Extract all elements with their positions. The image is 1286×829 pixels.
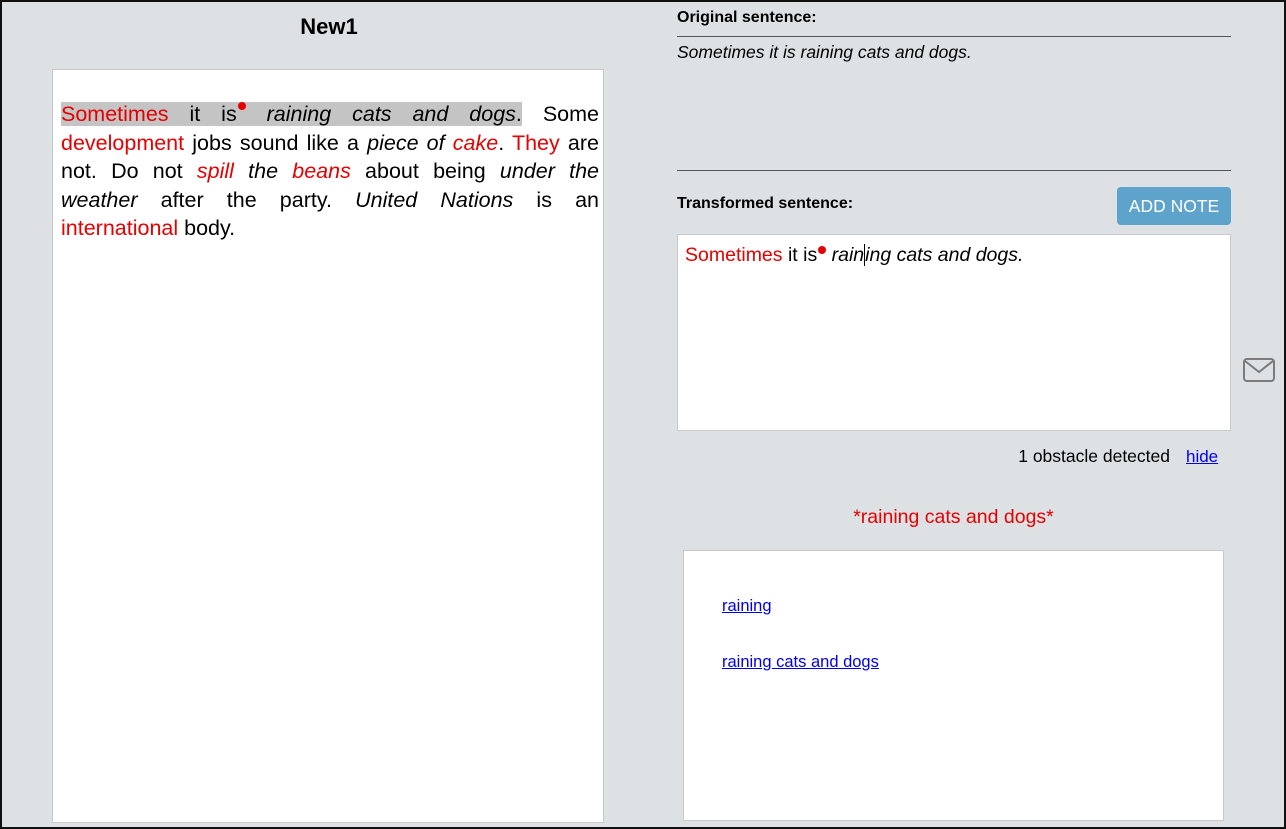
add-note-button[interactable]: ADD NOTE: [1117, 187, 1231, 225]
document-word: raining cats and dogs: [245, 102, 516, 126]
document-text[interactable]: Sometimes it is raining cats and dogs. S…: [61, 100, 599, 243]
obstacle-count: 1 obstacle detected: [1018, 446, 1170, 466]
flagged-word: spill: [196, 159, 234, 183]
document-word: after the party.: [137, 187, 356, 212]
document-word: [278, 159, 292, 183]
transformed-word-sometimes: Sometimes: [685, 244, 783, 267]
obstacle-marker-icon[interactable]: [818, 246, 827, 254]
obstacle-phrase: *raining cats and dogs*: [853, 506, 1054, 528]
transformed-phrase-part-b: ing cats and dogs.: [865, 244, 1024, 267]
flagged-word: They: [511, 130, 560, 155]
original-sentence-label: Original sentence:: [677, 9, 817, 26]
transformed-phrase-part-a: rain: [826, 244, 865, 267]
document-word: [234, 159, 248, 183]
flagged-word: development: [61, 130, 185, 155]
flagged-word: international: [61, 216, 179, 240]
red-dot-icon: [237, 102, 246, 110]
divider-top: [677, 36, 1231, 37]
document-word: is an: [513, 187, 599, 212]
original-sentence-text: Sometimes it is raining cats and dogs.: [677, 42, 972, 62]
transformed-sentence-editor[interactable]: Sometimes it is raining cats and dogs.: [677, 234, 1231, 431]
document-panel[interactable]: Sometimes it is raining cats and dogs. S…: [52, 69, 604, 823]
document-word: United Nations: [355, 187, 514, 212]
flagged-word: beans: [292, 159, 351, 183]
document-title: New1: [300, 14, 358, 39]
transformed-word-it-is: it is: [782, 244, 818, 267]
suggestions-panel: raining raining cats and dogs: [683, 550, 1224, 821]
transformed-sentence-text[interactable]: Sometimes it is raining cats and dogs.: [685, 244, 1023, 268]
document-word: jobs sound like a: [184, 130, 368, 155]
document-word: it is: [168, 102, 237, 126]
document-word: .: [498, 130, 512, 155]
document-word: Some: [521, 102, 599, 126]
flagged-word: cake: [452, 130, 499, 155]
flagged-word: Sometimes: [61, 102, 169, 126]
document-word: the: [248, 159, 279, 183]
document-word: body.: [178, 216, 236, 240]
hide-link[interactable]: hide: [1186, 447, 1218, 467]
document-word: [445, 131, 453, 155]
document-word: piece of: [367, 130, 445, 155]
divider-middle: [677, 170, 1231, 171]
obstacle-marker-icon[interactable]: [236, 102, 246, 126]
suggestion-link-raining-cats-and-dogs[interactable]: raining cats and dogs: [722, 653, 879, 672]
suggestion-link-raining[interactable]: raining: [722, 597, 772, 616]
envelope-icon[interactable]: [1242, 356, 1276, 384]
document-word: about being: [350, 159, 500, 183]
